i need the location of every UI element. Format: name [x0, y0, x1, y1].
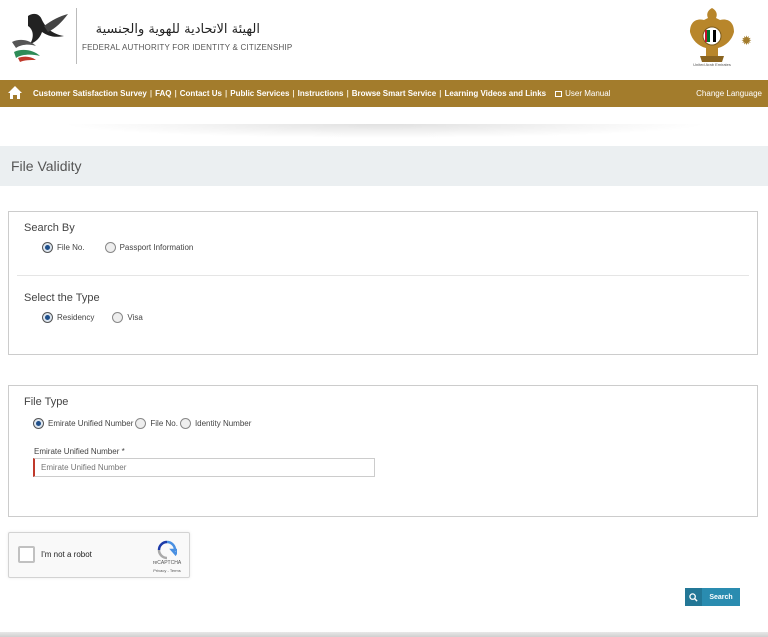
change-language-link[interactable]: Change Language	[696, 80, 762, 107]
nav-separator: |	[346, 89, 349, 98]
radio-file-no-label: File No.	[57, 243, 85, 252]
recaptcha-widget: I'm not a robot reCAPTCHA Privacy - Term…	[8, 532, 190, 578]
radio-indicator[interactable]	[33, 418, 44, 429]
nav-customer-survey[interactable]: Customer Satisfaction Survey	[33, 89, 147, 98]
emirate-unified-number-input[interactable]	[33, 458, 375, 477]
radio-file-no-type[interactable]: File No.	[135, 418, 178, 429]
org-name-english: FEDERAL AUTHORITY FOR IDENTITY & CITIZEN…	[82, 43, 293, 52]
radio-indicator[interactable]	[104, 242, 116, 253]
logo-divider	[76, 8, 77, 64]
decorative-shadow	[60, 124, 710, 138]
file-type-panel: File Type Emirate Unified Number File No…	[8, 385, 758, 517]
search-options-panel: Search By File No. Passport Information …	[8, 211, 758, 355]
radio-passport-information-label: Passport Information	[119, 243, 194, 252]
radio-indicator[interactable]	[42, 312, 53, 323]
recaptcha-terms-link[interactable]: Privacy - Terms	[144, 568, 190, 573]
file-type-options: Emirate Unified Number File No. Identity…	[33, 418, 251, 429]
main-navbar: Customer Satisfaction Survey | FAQ | Con…	[0, 80, 768, 107]
nav-browse-smart-service[interactable]: Browse Smart Service	[352, 89, 437, 98]
nav-user-manual-label: User Manual	[565, 89, 611, 98]
home-icon[interactable]	[7, 85, 23, 101]
recaptcha-checkbox[interactable]	[18, 546, 35, 563]
radio-file-no-type-label: File No.	[150, 419, 178, 428]
nav-contact-us[interactable]: Contact Us	[180, 89, 222, 98]
nav-public-services[interactable]: Public Services	[230, 89, 289, 98]
uae-emblem-icon	[690, 8, 734, 62]
radio-emirate-unified-number-label: Emirate Unified Number	[48, 419, 134, 428]
footer-edge	[0, 632, 768, 637]
page-title-band	[0, 146, 768, 186]
nav-user-manual[interactable]: User Manual	[555, 89, 610, 98]
recaptcha-label: I'm not a robot	[41, 550, 92, 559]
radio-residency[interactable]: Residency	[42, 312, 94, 323]
search-by-options: File No. Passport Information	[42, 242, 193, 253]
falcon-logo-icon	[12, 13, 68, 62]
recaptcha-logo-icon	[157, 540, 177, 560]
radio-visa-label: Visa	[127, 313, 143, 322]
nav-separator: |	[225, 89, 228, 98]
emblem-caption: United Arab Emirates	[693, 62, 731, 67]
nav-separator: |	[149, 89, 153, 98]
search-by-label: Search By	[24, 222, 75, 234]
radio-indicator[interactable]	[42, 242, 53, 253]
radio-identity-number[interactable]: Identity Number	[179, 418, 252, 429]
radio-residency-label: Residency	[57, 313, 95, 322]
site-header: الهيئة الاتحادية للهوية والجنسية FEDERAL…	[0, 0, 768, 80]
radio-indicator[interactable]	[179, 418, 191, 429]
radio-indicator[interactable]	[135, 418, 147, 429]
book-icon	[555, 90, 563, 97]
panel-divider	[17, 275, 749, 276]
nav-faq[interactable]: FAQ	[155, 89, 171, 98]
radio-passport-information[interactable]: Passport Information	[104, 242, 194, 253]
search-icon	[685, 588, 702, 606]
select-type-label: Select the Type	[24, 292, 100, 304]
nav-separator: |	[439, 89, 442, 98]
emirate-unified-number-label: Emirate Unified Number *	[34, 447, 125, 456]
search-button-label: Search	[709, 593, 733, 601]
search-button[interactable]: Search	[685, 588, 740, 606]
nav-instructions[interactable]: Instructions	[298, 89, 344, 98]
radio-visa[interactable]: Visa	[112, 312, 143, 323]
gear-icon[interactable]: ✹	[741, 33, 752, 49]
radio-indicator[interactable]	[112, 312, 124, 323]
file-type-label: File Type	[24, 396, 69, 408]
recaptcha-brand: reCAPTCHA	[152, 560, 182, 566]
radio-file-no[interactable]: File No.	[42, 242, 85, 253]
nav-links: Customer Satisfaction Survey | FAQ | Con…	[33, 80, 610, 107]
radio-emirate-unified-number[interactable]: Emirate Unified Number	[33, 418, 133, 429]
select-type-options: Residency Visa	[42, 312, 143, 323]
nav-learning-videos[interactable]: Learning Videos and Links	[444, 89, 546, 98]
nav-separator: |	[292, 89, 295, 98]
nav-separator: |	[174, 89, 177, 98]
radio-identity-number-label: Identity Number	[194, 419, 252, 428]
page-title: File Validity	[11, 158, 82, 174]
org-name-arabic: الهيئة الاتحادية للهوية والجنسية	[95, 22, 260, 37]
